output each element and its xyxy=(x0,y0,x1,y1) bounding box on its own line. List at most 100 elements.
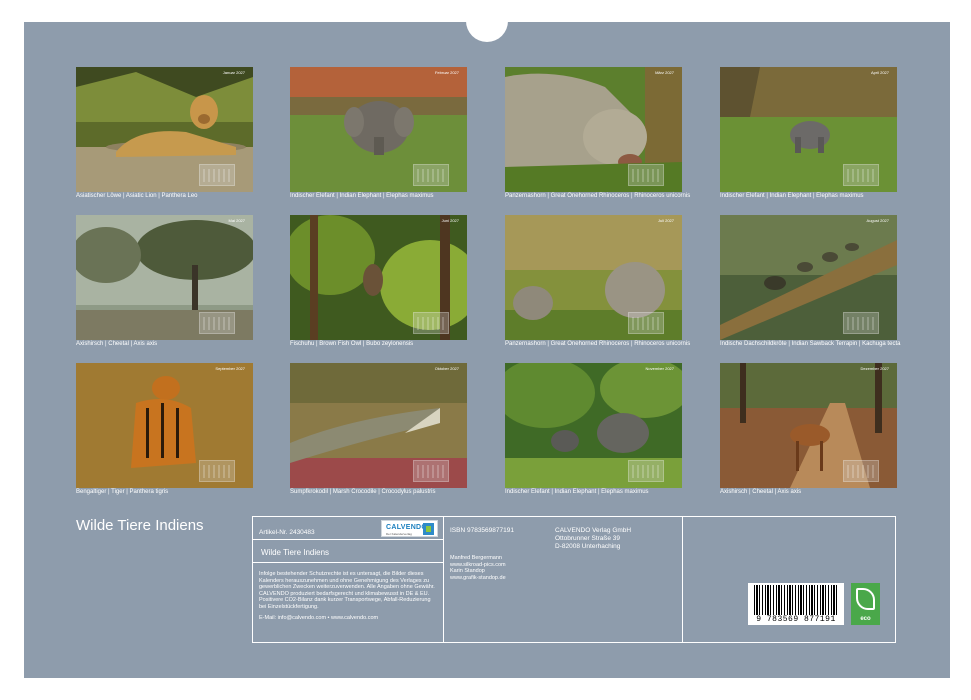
binding-hole xyxy=(177,7,186,16)
product-title: Wilde Tiere Indiens xyxy=(261,548,330,557)
binding-hole xyxy=(195,7,204,16)
photo-caption: Fischuhu | Brown Fish Owl | Bubo zeylone… xyxy=(290,341,414,347)
binding-hole xyxy=(592,7,601,16)
photo-caption: Axishirsch | Cheetal | Axis axis xyxy=(720,489,802,495)
binding-hole xyxy=(393,7,402,16)
binding-hole xyxy=(556,7,565,16)
photo-caption: Asiatischer Löwe | Asiatic Lion | Panthe… xyxy=(76,193,198,199)
isbn: ISBN 9783569877191 xyxy=(450,527,514,534)
binding-hole xyxy=(339,7,348,16)
binding-hole xyxy=(682,7,691,16)
binding-hole xyxy=(231,7,240,16)
month-tag: Dezember 2027 xyxy=(860,366,889,371)
binding-hole xyxy=(862,7,871,16)
mini-calendar xyxy=(628,164,664,186)
logo-text: CALVENDO xyxy=(386,524,428,531)
binding-hole xyxy=(664,7,673,16)
photo-axis-deer-may: Mai 2027 xyxy=(76,215,253,340)
binding-hole xyxy=(628,7,637,16)
month-tag: September 2027 xyxy=(215,366,245,371)
binding-hole xyxy=(520,7,529,16)
binding-hole xyxy=(844,7,853,16)
binding-hole xyxy=(285,7,294,16)
photo-sawback-terrapin: August 2027 xyxy=(720,215,897,340)
binding-hole xyxy=(375,7,384,16)
photo-caption: Bengaltiger | Tiger | Panthera tigris xyxy=(76,489,169,495)
binding-hole xyxy=(429,7,438,16)
month-tag: Februar 2027 xyxy=(434,70,459,75)
binding-hole xyxy=(33,7,42,16)
binding-hole xyxy=(808,7,817,16)
isbn-barcode: 9 783569 877191 xyxy=(748,583,844,625)
binding-hole xyxy=(87,7,96,16)
binding-hole xyxy=(411,7,420,16)
binding-hole xyxy=(700,7,709,16)
binding-hole xyxy=(267,7,276,16)
mini-calendar xyxy=(199,312,235,334)
mini-calendar xyxy=(628,312,664,334)
eco-label: eco xyxy=(860,616,871,622)
info-divider xyxy=(682,517,683,642)
photo-axis-deer-december: Dezember 2027 xyxy=(720,363,897,488)
month-tag: November 2027 xyxy=(645,366,674,371)
photo-bengal-tiger: September 2027 xyxy=(76,363,253,488)
leaf-icon xyxy=(856,588,875,610)
photo-brown-fish-owl: Juni 2027 xyxy=(290,215,467,340)
binding-hole xyxy=(880,7,889,16)
binding-hole xyxy=(123,7,132,16)
binding-hole xyxy=(447,7,456,16)
binding-hole xyxy=(646,7,655,16)
binding-hole xyxy=(790,7,799,16)
photo-rhinoceros-july: Juli 2027 xyxy=(505,215,682,340)
binding-hole xyxy=(826,7,835,16)
mini-calendar xyxy=(843,312,879,334)
eco-badge: eco xyxy=(851,583,880,625)
month-tag: Mai 2027 xyxy=(228,218,245,223)
mini-calendar xyxy=(628,460,664,482)
binding-hole xyxy=(51,7,60,16)
logo-mark-icon xyxy=(423,523,434,535)
mini-calendar xyxy=(199,164,235,186)
binding-hole xyxy=(916,7,925,16)
binding-hole xyxy=(574,7,583,16)
binding-hole xyxy=(718,7,727,16)
binding-hole xyxy=(610,7,619,16)
month-tag: April 2027 xyxy=(870,70,889,75)
photo-indian-elephant-february: Februar 2027 xyxy=(290,67,467,192)
photo-indian-elephant-november: November 2027 xyxy=(505,363,682,488)
article-number: Artikel-Nr. 2430483 xyxy=(259,529,315,536)
photo-indian-elephant-april: April 2027 xyxy=(720,67,897,192)
barcode-number: 9 783569 877191 xyxy=(756,615,836,624)
barcode-bars xyxy=(754,585,838,615)
photo-asiatic-lion: Januar 2027 xyxy=(76,67,253,192)
month-tag: Juni 2027 xyxy=(441,218,459,223)
legal-notice: Infolge bestehender Schutzrechte ist es … xyxy=(259,571,435,610)
binding-hole xyxy=(772,7,781,16)
publisher-name: CALVENDO Verlag GmbH xyxy=(555,527,632,534)
month-tag: Januar 2027 xyxy=(222,70,245,75)
info-hline xyxy=(253,539,443,540)
publisher-city: D-82008 Unterhaching xyxy=(555,543,621,550)
binding-hole xyxy=(213,7,222,16)
mini-calendar xyxy=(843,460,879,482)
mini-calendar xyxy=(843,164,879,186)
month-tag: Juli 2027 xyxy=(657,218,674,223)
binding-hole xyxy=(249,7,258,16)
binding-hole xyxy=(754,7,763,16)
photo-caption: Indischer Elefant | Indian Elephant | El… xyxy=(505,489,649,495)
month-tag: Oktober 2027 xyxy=(434,366,459,371)
binding-hole xyxy=(69,7,78,16)
mini-calendar xyxy=(413,164,449,186)
photo-caption: Indischer Elefant | Indian Elephant | El… xyxy=(290,193,434,199)
binding-hole xyxy=(159,7,168,16)
mini-calendar xyxy=(413,460,449,482)
contact-email: E-Mail: info@calvendo.com • www.calvendo… xyxy=(259,615,379,621)
info-divider xyxy=(443,517,444,642)
photo-caption: Indische Dachschildkröte | Indian Sawbac… xyxy=(720,341,901,347)
info-hline xyxy=(253,562,443,563)
photo-caption: Axishirsch | Cheetal | Axis axis xyxy=(76,341,158,347)
logo-subtext: Der Kalenderverlag xyxy=(386,532,412,536)
binding-hole xyxy=(105,7,114,16)
binding-hole xyxy=(898,7,907,16)
binding-hole xyxy=(934,7,943,16)
